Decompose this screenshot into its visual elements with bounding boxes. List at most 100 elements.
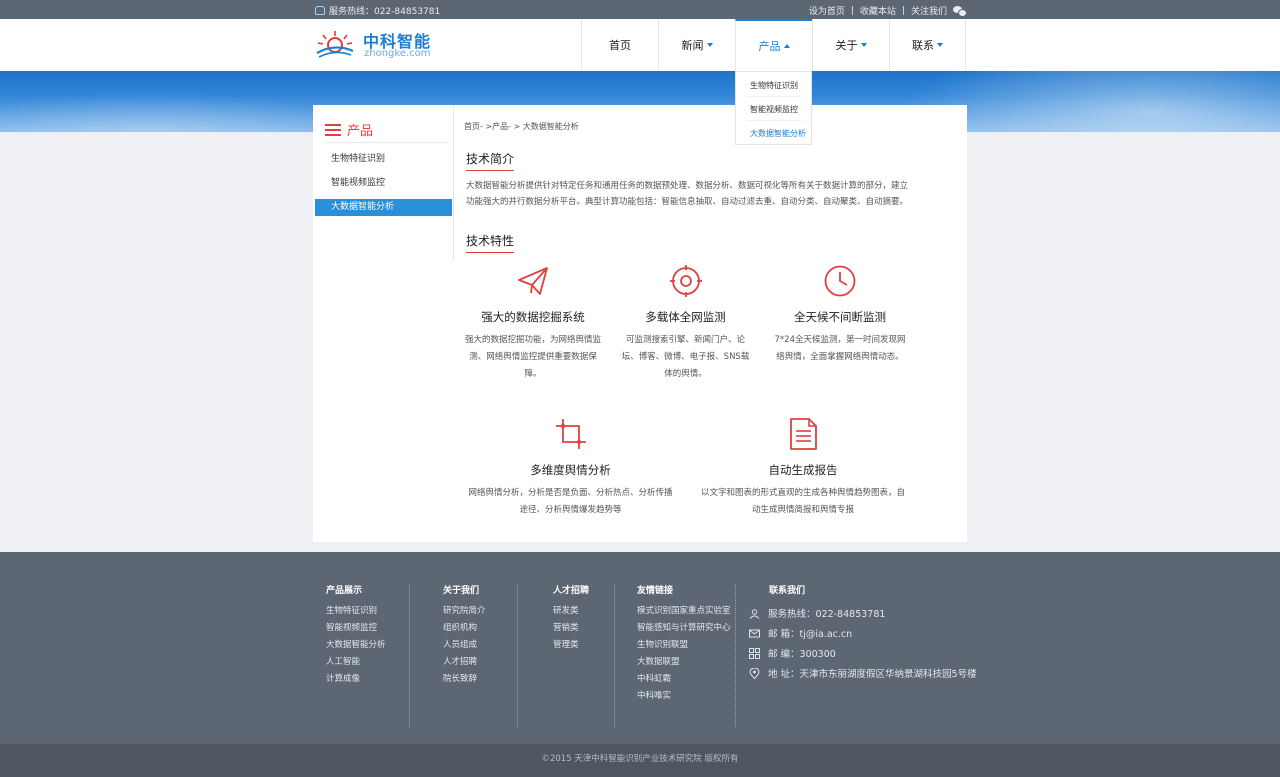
footer-link[interactable]: 生物特征识别	[326, 603, 386, 620]
footer-link[interactable]: 中科虹霸	[637, 671, 731, 688]
feature-card: 强大的数据挖掘系统 强大的数据挖掘功能，为网络舆情监测、网络舆情监控提供重要数据…	[463, 264, 603, 383]
top-bar: 服务热线：022-84853781 设为首页 | 收藏本站 | 关注我们	[0, 0, 1280, 19]
location-icon	[749, 667, 760, 679]
footer-link[interactable]: 中科唯实	[637, 688, 731, 705]
logo-domain: zhongke.com	[364, 48, 431, 59]
feature-name: 多载体全网监测	[645, 310, 726, 324]
footer-link[interactable]: 人工智能	[326, 654, 386, 671]
breadcrumb: 首页- >产品- > 大数据智能分析	[464, 122, 579, 131]
footer-link[interactable]: 智能视频监控	[326, 620, 386, 637]
footer-link[interactable]: 人员组成	[443, 637, 486, 654]
contact-address: 地 址：天津市东丽湖度假区华纳景湖科技园5号楼	[749, 666, 977, 680]
footer-heading: 友情链接	[637, 586, 674, 596]
footer-link[interactable]: 智能感知与计算研究中心	[637, 620, 731, 637]
dropdown-item-bigdata[interactable]: 大数据智能分析	[750, 128, 806, 139]
chevron-up-icon	[783, 44, 790, 48]
target-icon	[669, 265, 702, 297]
mail-icon	[749, 629, 760, 637]
crop-icon	[555, 419, 586, 449]
sidebar-item-video[interactable]: 智能视频监控	[315, 175, 452, 192]
footer-link[interactable]: 研发类	[553, 603, 589, 620]
footer-link[interactable]: 模式识别国家重点实验室	[637, 603, 731, 620]
report-icon	[790, 418, 817, 450]
footer-link[interactable]: 营销类	[553, 620, 589, 637]
main-panel: 产品 生物特征识别 智能视频监控 大数据智能分析 首页- >产品- > 大数据智…	[313, 105, 967, 542]
footer-col-careers: 人才招聘 研发类 营销类 管理类	[553, 583, 589, 654]
feature-desc: 网络舆情分析，分析是否是负面、分析热点、分析传播途径、分析舆情爆发趋势等	[468, 488, 673, 515]
footer-link[interactable]: 大数据智能分析	[326, 637, 386, 654]
contact-phone: 服务热线：022-84853781	[749, 606, 885, 620]
main-nav: 首页 新闻 产品 关于 联系	[581, 19, 966, 71]
contact-postcode: 邮 编：300300	[749, 646, 836, 660]
chevron-down-icon	[706, 43, 713, 47]
follow-us-link[interactable]: 关注我们	[911, 4, 947, 17]
hotline-text: 服务热线：022-84853781	[329, 7, 441, 17]
paper-plane-icon	[518, 267, 548, 295]
copyright-bar: ©2015 天津中科智能识别产业技术研究院 版权所有	[0, 744, 1280, 777]
nav-item-home[interactable]: 首页	[581, 19, 658, 71]
feature-desc: 7*24全天候监测，第一时间发现网络舆情，全面掌握网络舆情动态。	[774, 335, 906, 362]
footer-link[interactable]: 管理类	[553, 637, 589, 654]
feature-name: 多维度舆情分析	[530, 463, 611, 477]
features-title: 技术特性	[466, 232, 514, 253]
footer-heading: 关于我们	[443, 586, 480, 596]
footer-link[interactable]: 组织机构	[443, 620, 486, 637]
nav-item-contact[interactable]: 联系	[889, 19, 966, 71]
chevron-down-icon	[937, 43, 943, 47]
feature-name: 强大的数据挖掘系统	[481, 310, 585, 324]
footer-link[interactable]: 研究院简介	[443, 603, 486, 620]
footer-link[interactable]: 生物识别联盟	[637, 637, 731, 654]
nav-item-about[interactable]: 关于	[812, 19, 889, 71]
set-homepage-link[interactable]: 设为首页	[809, 4, 845, 17]
feature-card: 多维度舆情分析 网络舆情分析，分析是否是负面、分析热点、分析传播途径、分析舆情爆…	[463, 417, 678, 519]
footer-divider	[735, 584, 736, 727]
intro-text: 大数据智能分析提供针对特定任务和通用任务的数据预处理、数据分析、数据可视化等所有…	[466, 181, 909, 207]
separator: |	[850, 5, 854, 16]
feature-name: 自动生成报告	[768, 463, 838, 477]
hotline: 服务热线：022-84853781	[315, 4, 440, 17]
nav-item-news[interactable]: 新闻	[658, 19, 735, 71]
sidebar: 产品 生物特征识别 智能视频监控 大数据智能分析	[313, 105, 454, 260]
site-header: 中科智能 zhongke.com 首页 新闻 产品 关于 联系	[0, 19, 1280, 71]
feature-card: 全天候不间断监测 7*24全天候监测，第一时间发现网络舆情，全面掌握网络舆情动态…	[771, 264, 909, 366]
logo-sun-icon	[316, 31, 354, 58]
bookmark-link[interactable]: 收藏本站	[860, 4, 896, 17]
intro-title: 技术简介	[466, 150, 514, 171]
footer-link[interactable]: 人才招聘	[443, 654, 486, 671]
feature-card: 自动生成报告 以文字和图表的形式直观的生成各种舆情趋势图表，自动生成舆情简报和舆…	[697, 417, 909, 519]
feature-name: 全天候不间断监测	[794, 310, 886, 324]
footer-col-links: 友情链接 模式识别国家重点实验室 智能感知与计算研究中心 生物识别联盟 大数据联…	[637, 583, 731, 705]
footer-divider	[517, 584, 518, 727]
footer-divider	[614, 584, 615, 727]
sidebar-item-biometrics[interactable]: 生物特征识别	[315, 151, 452, 168]
feature-desc: 可监测搜索引擎、新闻门户、论坛、博客、微博、电子报、SNS载体的舆情。	[621, 335, 750, 379]
footer-link[interactable]: 计算成像	[326, 671, 386, 688]
footer-col-products: 产品展示 生物特征识别 智能视频监控 大数据智能分析 人工智能 计算成像	[326, 583, 386, 688]
footer-heading: 联系我们	[769, 586, 806, 596]
contact-email: 邮 箱：tj@ia.ac.cn	[749, 626, 852, 640]
phone-icon	[749, 608, 760, 619]
footer-col-about: 关于我们 研究院简介 组织机构 人员组成 人才招聘 院长致辞	[443, 583, 486, 688]
dropdown-item-video[interactable]: 智能视频监控	[750, 104, 798, 115]
footer-col-contact: 联系我们	[769, 583, 805, 603]
phone-icon	[315, 6, 325, 15]
footer-link[interactable]: 院长致辞	[443, 671, 486, 688]
products-dropdown: 生物特征识别 智能视频监控 大数据智能分析	[735, 71, 812, 145]
nav-item-products[interactable]: 产品	[735, 19, 812, 71]
list-icon	[325, 123, 341, 136]
sidebar-item-bigdata[interactable]: 大数据智能分析	[315, 199, 452, 216]
clock-icon	[824, 265, 856, 297]
separator: |	[901, 5, 905, 16]
footer: 产品展示 生物特征识别 智能视频监控 大数据智能分析 人工智能 计算成像 关于我…	[0, 552, 1280, 744]
feature-desc: 以文字和图表的形式直观的生成各种舆情趋势图表，自动生成舆情简报和舆情专报	[700, 488, 905, 515]
grid-icon	[749, 647, 760, 659]
footer-divider	[409, 584, 410, 727]
feature-card: 多载体全网监测 可监测搜索引擎、新闻门户、论坛、博客、微博、电子报、SNS载体的…	[618, 264, 753, 383]
dropdown-item-biometrics[interactable]: 生物特征识别	[750, 80, 798, 91]
feature-desc: 强大的数据挖掘功能，为网络舆情监测、网络舆情监控提供重要数据保障。	[464, 335, 601, 379]
logo[interactable]: 中科智能 zhongke.com	[315, 27, 445, 63]
top-links: 设为首页 | 收藏本站 | 关注我们	[809, 4, 967, 17]
wechat-icon[interactable]	[953, 5, 967, 17]
chevron-down-icon	[860, 43, 867, 47]
footer-link[interactable]: 大数据联盟	[637, 654, 731, 671]
